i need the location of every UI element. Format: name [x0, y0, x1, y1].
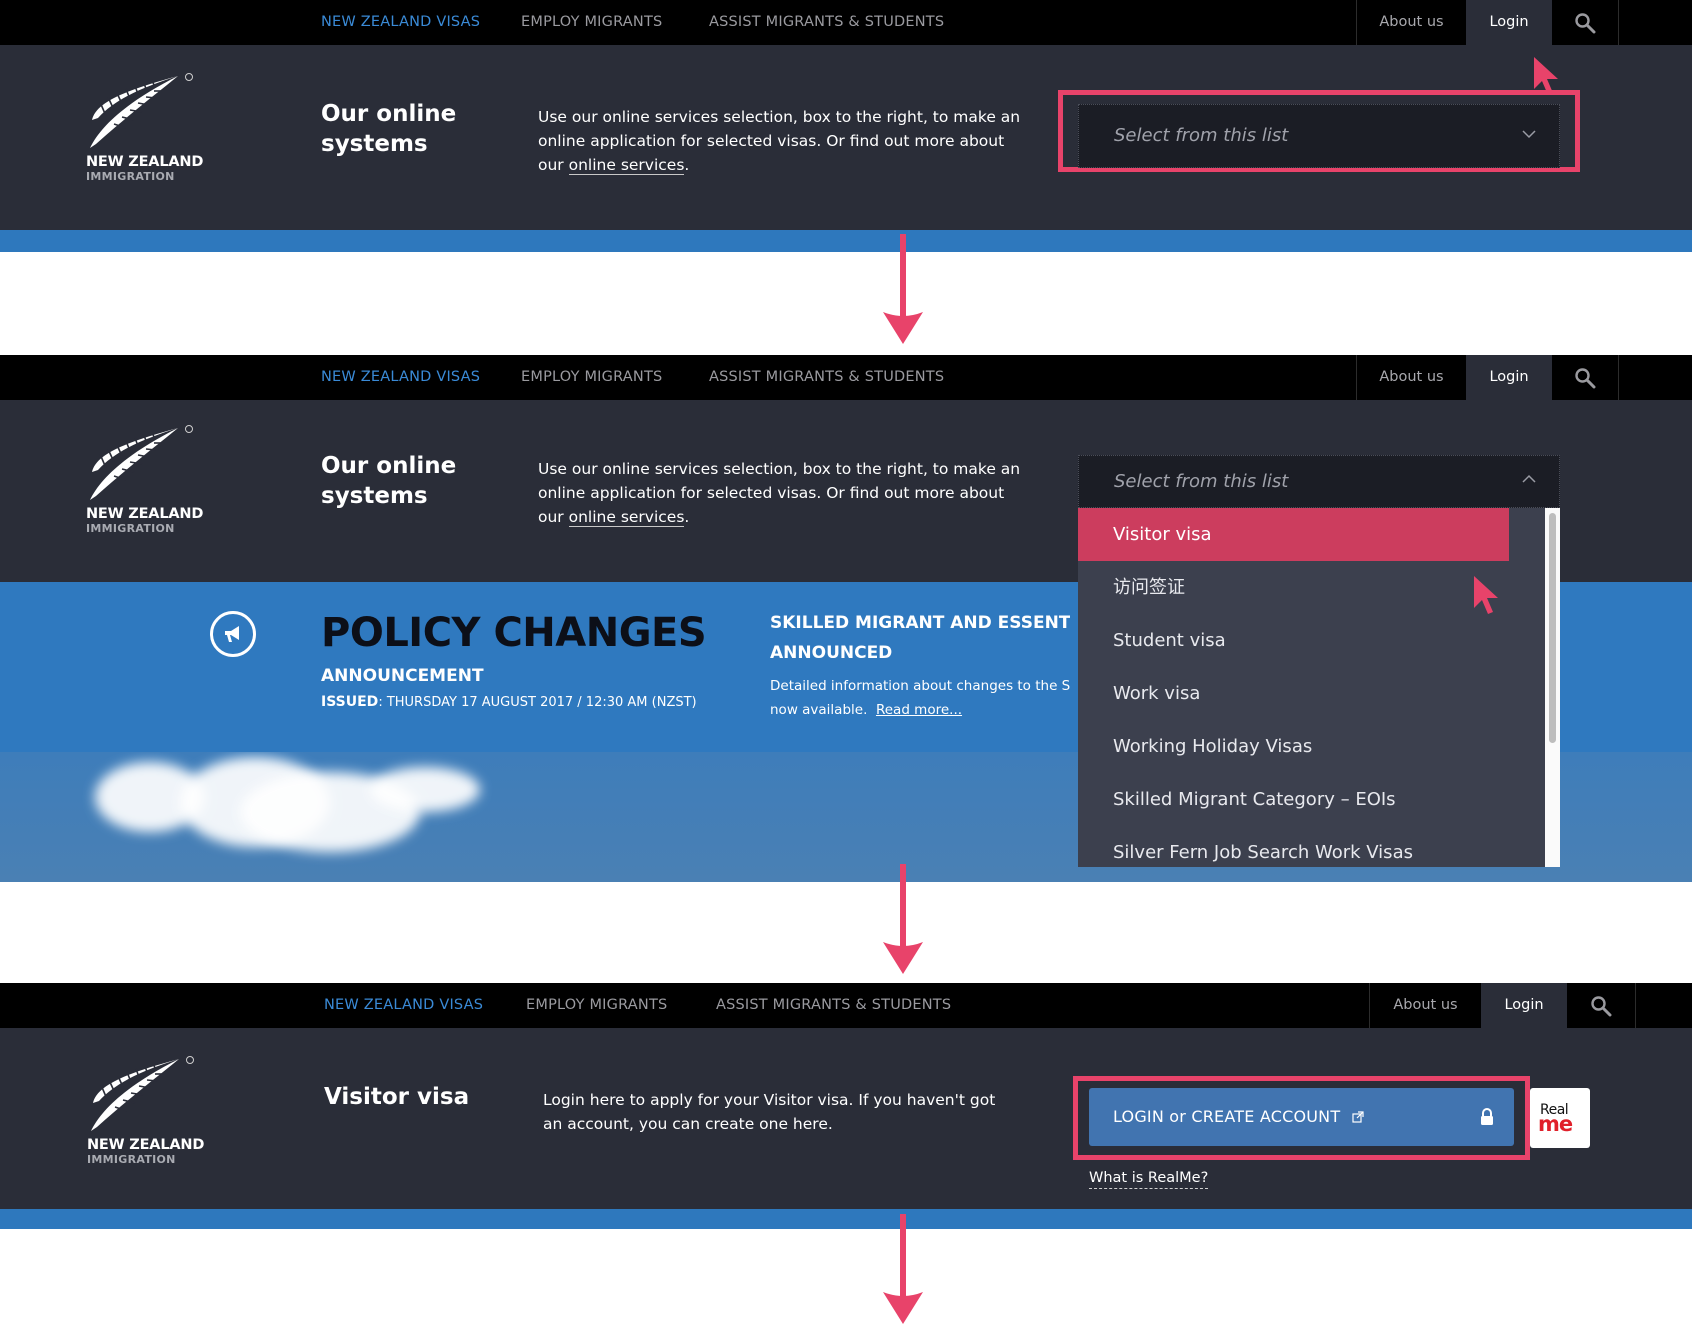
hero-title: Our online systems	[321, 101, 457, 157]
option-work-visa[interactable]: Work visa	[1078, 667, 1509, 720]
nav-spacer	[1618, 0, 1688, 45]
select-placeholder: Select from this list	[1114, 125, 1289, 146]
search-icon	[1575, 12, 1596, 33]
search-icon	[1591, 995, 1612, 1016]
nav-employ-migrants[interactable]: EMPLOY MIGRANTS	[526, 983, 667, 1028]
nav-about-us[interactable]: About us	[1356, 355, 1466, 400]
silver-fern-icon	[90, 425, 193, 500]
nav-new-zealand-visas[interactable]: NEW ZEALAND VISAS	[321, 355, 480, 400]
flow-arrow-1	[883, 234, 923, 344]
megaphone-icon	[225, 626, 239, 642]
hero-section-3: NEW ZEALAND IMMIGRATION Visitor visa Log…	[0, 1028, 1692, 1209]
news-body-line-2: now available.	[770, 702, 868, 718]
nav-spacer	[1635, 983, 1692, 1028]
nav-login[interactable]: Login	[1466, 355, 1552, 400]
logo-line-1: NEW ZEALAND	[86, 506, 204, 522]
news-title-line-2: ANNOUNCED	[770, 643, 893, 663]
hero-title: Visitor visa	[324, 1084, 470, 1110]
issued-date: ISSUED: THURSDAY 17 AUGUST 2017 / 12:30 …	[321, 694, 697, 710]
news-body: Detailed information about changes to th…	[770, 674, 1070, 722]
hero-section-1: NEW ZEALAND IMMIGRATION Our online syste…	[0, 45, 1692, 230]
external-link-icon	[1351, 1111, 1364, 1123]
hero-description: Use our online services selection, box t…	[538, 457, 1028, 529]
announcement-label: ANNOUNCEMENT	[321, 666, 484, 686]
option-silver-fern-visas[interactable]: Silver Fern Job Search Work Visas	[1078, 826, 1509, 867]
policy-changes-title: POLICY CHANGES	[321, 610, 707, 656]
nav-about-us[interactable]: About us	[1369, 983, 1481, 1028]
hero-description: Login here to apply for your Visitor vis…	[543, 1091, 996, 1133]
option-visitor-visa[interactable]: Visitor visa	[1078, 508, 1509, 561]
logo-line-2: IMMIGRATION	[87, 1153, 176, 1166]
search-button[interactable]	[1552, 355, 1618, 400]
nav-new-zealand-visas[interactable]: NEW ZEALAND VISAS	[321, 0, 480, 45]
online-services-dropdown[interactable]: Select from this list Visitor visa 访问签证 …	[1078, 455, 1560, 867]
nz-immigration-logo[interactable]: NEW ZEALAND IMMIGRATION	[86, 424, 203, 535]
hero-title: Our online systems	[321, 453, 457, 509]
cloud	[370, 767, 480, 812]
accent-stripe-3	[0, 1209, 1692, 1229]
hero-description: Use our online services selection, box t…	[538, 105, 1028, 177]
flow-arrow-2	[883, 864, 923, 974]
news-title[interactable]: SKILLED MIGRANT AND ESSENTIA ANNOUNCED	[770, 608, 1070, 668]
description-end: .	[684, 156, 690, 174]
top-nav-1: NEW ZEALAND VISAS EMPLOY MIGRANTS ASSIST…	[0, 0, 1692, 45]
option-visitor-visa-chinese[interactable]: 访问签证	[1078, 561, 1509, 614]
realme-text-me: me	[1538, 1112, 1573, 1136]
option-skilled-migrant-eois[interactable]: Skilled Migrant Category – EOIs	[1078, 773, 1509, 826]
option-student-visa[interactable]: Student visa	[1078, 614, 1509, 667]
nz-immigration-logo[interactable]: NEW ZEALAND IMMIGRATION	[87, 1055, 204, 1166]
chevron-down-icon	[1522, 130, 1536, 139]
search-button[interactable]	[1567, 983, 1635, 1028]
dropdown-placeholder: Select from this list	[1114, 471, 1289, 492]
logo-line-2: IMMIGRATION	[86, 522, 175, 535]
nz-immigration-logo[interactable]: NEW ZEALAND IMMIGRATION	[86, 72, 203, 183]
nav-login[interactable]: Login	[1481, 983, 1567, 1028]
online-services-select[interactable]: Select from this list	[1078, 104, 1560, 168]
search-icon	[1575, 367, 1596, 388]
logo-line-1: NEW ZEALAND	[87, 1137, 205, 1153]
read-more-link[interactable]: Read more...	[876, 702, 962, 718]
option-working-holiday-visas[interactable]: Working Holiday Visas	[1078, 720, 1509, 773]
nav-employ-migrants[interactable]: EMPLOY MIGRANTS	[521, 0, 662, 45]
dropdown-options: Visitor visa 访问签证 Student visa Work visa…	[1078, 508, 1560, 867]
nav-about-us[interactable]: About us	[1356, 0, 1466, 45]
flow-arrow-3	[883, 1214, 923, 1324]
login-button-label: LOGIN or CREATE ACCOUNT	[1113, 1088, 1364, 1146]
search-button[interactable]	[1552, 0, 1618, 45]
nav-assist-migrants-students[interactable]: ASSIST MIGRANTS & STUDENTS	[709, 0, 944, 45]
online-services-link[interactable]: online services	[568, 156, 685, 175]
nav-login[interactable]: Login	[1466, 0, 1552, 45]
mouse-cursor	[1474, 576, 1498, 614]
online-services-link[interactable]: online services	[568, 508, 685, 527]
top-nav-2: NEW ZEALAND VISAS EMPLOY MIGRANTS ASSIST…	[0, 355, 1692, 400]
description-end: .	[684, 508, 690, 526]
nav-assist-migrants-students[interactable]: ASSIST MIGRANTS & STUDENTS	[716, 983, 951, 1028]
logo-line-1: NEW ZEALAND	[86, 154, 204, 170]
scrollbar-thumb[interactable]	[1549, 513, 1556, 743]
lock-icon	[1481, 1108, 1493, 1125]
login-create-account-button[interactable]: LOGIN or CREATE ACCOUNT	[1089, 1088, 1514, 1146]
accent-stripe-1	[0, 230, 1692, 252]
issued-value: : THURSDAY 17 AUGUST 2017 / 12:30 AM (NZ…	[378, 695, 697, 710]
nav-employ-migrants[interactable]: EMPLOY MIGRANTS	[521, 355, 662, 400]
what-is-realme-link[interactable]: What is RealMe?	[1089, 1170, 1209, 1189]
nav-assist-migrants-students[interactable]: ASSIST MIGRANTS & STUDENTS	[709, 355, 944, 400]
logo-line-2: IMMIGRATION	[86, 170, 175, 183]
news-title-line-1: SKILLED MIGRANT AND ESSENTIA	[770, 613, 1070, 633]
silver-fern-icon	[91, 1056, 194, 1131]
dropdown-scrollbar[interactable]	[1545, 508, 1560, 867]
top-nav-3: NEW ZEALAND VISAS EMPLOY MIGRANTS ASSIST…	[0, 983, 1692, 1028]
nav-spacer	[1618, 355, 1688, 400]
silver-fern-icon	[90, 73, 193, 148]
megaphone-badge	[210, 611, 256, 657]
dropdown-header[interactable]: Select from this list	[1078, 455, 1560, 508]
nav-new-zealand-visas[interactable]: NEW ZEALAND VISAS	[324, 983, 483, 1028]
realme-logo[interactable]: Real me	[1530, 1088, 1590, 1148]
news-body-line-1: Detailed information about changes to th…	[770, 678, 1070, 694]
mouse-cursor	[1534, 57, 1558, 95]
issued-label: ISSUED	[321, 694, 379, 710]
chevron-up-icon	[1522, 474, 1536, 483]
